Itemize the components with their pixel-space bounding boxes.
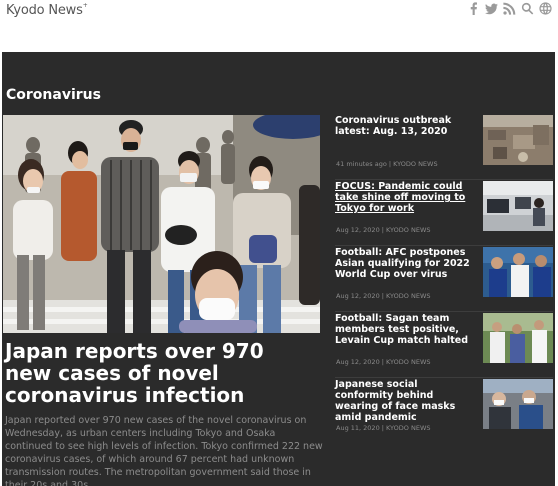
news-thumbnail[interactable] [483, 247, 553, 297]
news-thumbnail[interactable] [483, 313, 553, 363]
list-item: Football: Sagan team members test positi… [335, 312, 553, 378]
brand-mark: + [82, 1, 88, 9]
news-thumbnail[interactable] [483, 379, 553, 429]
news-headline[interactable]: FOCUS: Pandemic could take shine off mov… [335, 181, 477, 214]
news-meta: Aug 11, 2020 | KYODO NEWS [336, 424, 431, 432]
news-headline[interactable]: Japanese social conformity behind wearin… [335, 379, 477, 423]
news-headline[interactable]: Football: Sagan team members test positi… [335, 313, 477, 346]
news-meta: 41 minutes ago | KYODO NEWS [336, 160, 438, 168]
search-icon[interactable] [521, 2, 534, 15]
news-headline[interactable]: Coronavirus outbreak latest: Aug. 13, 20… [335, 115, 477, 137]
twitter-icon[interactable] [485, 2, 498, 15]
news-meta: Aug 12, 2020 | KYODO NEWS [336, 226, 431, 234]
section-title[interactable]: Coronavirus [6, 87, 101, 103]
coronavirus-section: Coronavirus Japan reports over 970 new c… [2, 52, 555, 486]
news-thumbnail[interactable] [483, 181, 553, 231]
social-links [467, 2, 552, 15]
hero-summary: Japan reported over 970 new cases of the… [5, 415, 323, 486]
facebook-icon[interactable] [467, 2, 480, 15]
news-meta: Aug 12, 2020 | KYODO NEWS [336, 292, 431, 300]
news-meta: Aug 12, 2020 | KYODO NEWS [336, 358, 431, 366]
site-logo[interactable]: Kyodo News+ [6, 1, 88, 18]
globe-icon[interactable] [539, 2, 552, 15]
top-bar: Kyodo News+ [0, 0, 558, 22]
news-list: Coronavirus outbreak latest: Aug. 13, 20… [335, 114, 553, 444]
list-item: Coronavirus outbreak latest: Aug. 13, 20… [335, 114, 553, 180]
list-item: Japanese social conformity behind wearin… [335, 378, 553, 444]
rss-icon[interactable] [503, 2, 516, 15]
hero-image[interactable] [3, 115, 320, 333]
brand-name: Kyodo News [6, 3, 83, 18]
list-item: FOCUS: Pandemic could take shine off mov… [335, 180, 553, 246]
list-item: Football: AFC postpones Asian qualifying… [335, 246, 553, 312]
news-headline[interactable]: Football: AFC postpones Asian qualifying… [335, 247, 477, 280]
hero-headline[interactable]: Japan reports over 970 new cases of nove… [5, 340, 315, 406]
news-thumbnail[interactable] [483, 115, 553, 165]
